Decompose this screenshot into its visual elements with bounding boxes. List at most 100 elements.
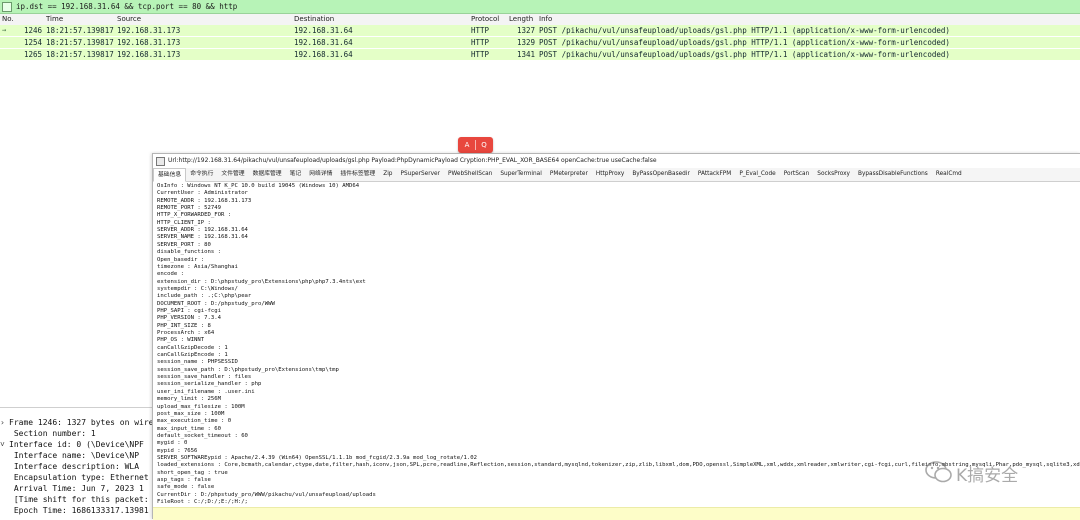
tab-basic-info[interactable]: 基础信息 [153, 168, 187, 182]
info-line: encode : [157, 271, 184, 278]
packet-protocol: HTTP [471, 26, 490, 35]
column-header-info[interactable]: Info [539, 14, 1079, 25]
tab-psuperserver[interactable]: PSuperServer [396, 168, 444, 181]
packet-protocol: HTTP [471, 38, 490, 47]
status-input-bar[interactable] [153, 507, 1080, 520]
info-line: REMOTE_PORT : 52749 [157, 205, 221, 212]
info-line: systempdir : C:\Windows/ [157, 285, 238, 292]
search-icon[interactable]: Q [478, 140, 490, 150]
info-line: disable_functions : [157, 249, 221, 256]
tab-pmeterpreter[interactable]: PMeterpreter [546, 168, 592, 181]
detail-line[interactable]: Arrival Time: Jun 7, 2023 1 [0, 483, 144, 494]
packet-no: 1254 [23, 38, 42, 47]
info-line: upload_max_filesize : 100M [157, 403, 245, 410]
packet-length: 1341 [516, 50, 535, 59]
wechat-logo-icon [925, 461, 952, 483]
info-line: SERVER_ADDR : 192.168.31.64 [157, 227, 248, 234]
column-header-source[interactable]: Source [117, 14, 292, 25]
tab-realcmd[interactable]: RealCmd [932, 168, 966, 181]
column-header-destination[interactable]: Destination [294, 14, 469, 25]
info-line: max_input_time : 60 [157, 425, 221, 432]
detail-line[interactable]: ˅ Interface id: 0 (\Device\NPF [0, 439, 144, 450]
tab-httpproxy[interactable]: HttpProxy [592, 168, 628, 181]
info-line: session_save_handler : files [157, 374, 252, 381]
tab-portscan[interactable]: PortScan [780, 168, 814, 181]
display-filter-bar[interactable]: ip.dst == 192.168.31.64 && tcp.port == 8… [0, 0, 1080, 14]
detail-line[interactable]: Encapsulation type: Ethernet [0, 472, 149, 483]
info-line: PHP_OS : WINNT [157, 337, 205, 344]
column-header-protocol[interactable]: Protocol [471, 14, 507, 25]
column-header-length[interactable]: Length [509, 14, 537, 25]
info-line: HTTP_X_FORWARDED_FOR : [157, 212, 232, 219]
info-line: mypid : 7656 [157, 447, 198, 454]
info-line: include_path : .;C:\php\pear [157, 293, 252, 300]
watermark-text: K搞安全 [956, 466, 1019, 486]
column-header-time[interactable]: Time [46, 14, 116, 25]
packet-protocol: HTTP [471, 50, 490, 59]
detail-line[interactable]: Section number: 1 [0, 428, 96, 439]
tab-notes[interactable]: 笔记 [286, 168, 306, 181]
info-line: mygid : 0 [157, 440, 188, 447]
tool-tab-bar: 基础信息 命令执行 文件管理 数据库管理 笔记 网络详情 插件标签管理 Zip PSuperSe… [153, 168, 1080, 182]
info-line: CurrentDir : D:/phpstudy_pro/WWW/pikachu… [157, 491, 376, 498]
bookmark-icon[interactable] [2, 2, 12, 12]
packet-row[interactable]: 1254 18:21:57.139817 192.168.31.173 192.… [0, 37, 1080, 49]
detail-line[interactable]: Epoch Time: 1686133317.13981 [0, 505, 149, 516]
window-title: Url:http://192.168.31.64/pikachu/vul/uns… [168, 157, 657, 164]
tab-network-details[interactable]: 网络详情 [305, 168, 336, 181]
detail-line[interactable]: Interface description: WLA [0, 461, 139, 472]
translate-icon[interactable]: A [461, 140, 473, 150]
tab-bypassopenbasedir[interactable]: ByPassOpenBasedir [628, 168, 694, 181]
info-line: canCallGzipEncode : 1 [157, 352, 228, 359]
info-line: timezone : Asia/Shanghai [157, 263, 238, 270]
packet-length: 1327 [516, 26, 535, 35]
packet-destination: 192.168.31.64 [294, 26, 353, 35]
expand-toggle-icon[interactable]: › [0, 417, 9, 428]
detail-line[interactable]: Interface name: \Device\NP [0, 450, 139, 461]
packet-details-pane: › Frame 1246: 1327 bytes on wire Section … [0, 407, 152, 519]
tab-superterminal[interactable]: SuperTerminal [496, 168, 545, 181]
tab-command-exec[interactable]: 命令执行 [186, 168, 217, 181]
detail-line[interactable]: › Frame 1246: 1327 bytes on wire [0, 417, 152, 428]
info-line: PHP_SAPI : cgi-fcgi [157, 307, 221, 314]
info-line: ProcessArch : x64 [157, 330, 215, 336]
info-line: PHP_INT_SIZE : 8 [157, 322, 211, 329]
display-filter-input[interactable]: ip.dst == 192.168.31.64 && tcp.port == 8… [14, 2, 237, 11]
expand-toggle-icon[interactable]: ˅ [0, 439, 9, 450]
info-line: canCallGzipDecode : 1 [157, 344, 228, 351]
packet-destination: 192.168.31.64 [294, 38, 353, 47]
info-line: HTTP_CLIENT_IP : [157, 219, 211, 226]
info-line: default_socket_timeout : 60 [157, 432, 248, 439]
tab-bypassdisablefunctions[interactable]: BypassDisableFunctions [854, 168, 932, 181]
info-line: short_open_tag : true [157, 469, 228, 476]
info-line: DOCUMENT_ROOT : D:/phpstudy_pro/WWW [157, 300, 275, 307]
info-line: PHP_VERSION : 7.3.4 [157, 315, 221, 322]
packet-row[interactable]: 1265 18:21:57.139817 192.168.31.173 192.… [0, 49, 1080, 61]
tab-zip[interactable]: Zip [379, 168, 396, 181]
column-header-no[interactable]: No. [2, 14, 42, 25]
info-line: extension_dir : D:\phpstudy_pro\Extensio… [157, 278, 366, 285]
info-line: session_name : PHPSESSID [157, 359, 238, 366]
tab-pwebshellscan[interactable]: PWebShellScan [444, 168, 496, 181]
info-line: SERVER_SOFTWAREypid : Apache/2.4.39 (Win… [157, 454, 477, 461]
tab-plugin-tags[interactable]: 插件标签管理 [336, 168, 379, 181]
info-line: session_serialize_handler : php [157, 381, 262, 388]
tab-socksproxy[interactable]: SocksProxy [813, 168, 854, 181]
packet-list: → 1246 18:21:57.139817 192.168.31.173 19… [0, 25, 1080, 61]
tab-pattackfpm[interactable]: PAttackFPM [694, 168, 735, 181]
packet-source: 192.168.31.173 [117, 26, 181, 35]
packet-row[interactable]: → 1246 18:21:57.139817 192.168.31.173 19… [0, 25, 1080, 37]
packet-time: 18:21:57.139817 [46, 26, 114, 35]
info-line: user_ini_filename : .user.ini [157, 388, 255, 395]
info-line: CurrentUser : Administrator [157, 190, 248, 197]
detail-line[interactable]: [Time shift for this packet: [0, 494, 149, 505]
info-line: Open_basedir : [157, 256, 205, 263]
packet-source: 192.168.31.173 [117, 50, 181, 59]
packet-source: 192.168.31.173 [117, 38, 181, 47]
tab-database-manager[interactable]: 数据库管理 [249, 168, 286, 181]
info-line: max_execution_time : 0 [157, 418, 232, 425]
info-line: SERVER_PORT : 80 [157, 241, 211, 248]
packet-no: 1246 [23, 26, 42, 35]
tab-p-eval-code[interactable]: P_Eval_Code [735, 168, 779, 181]
tab-file-manager[interactable]: 文件管理 [217, 168, 248, 181]
